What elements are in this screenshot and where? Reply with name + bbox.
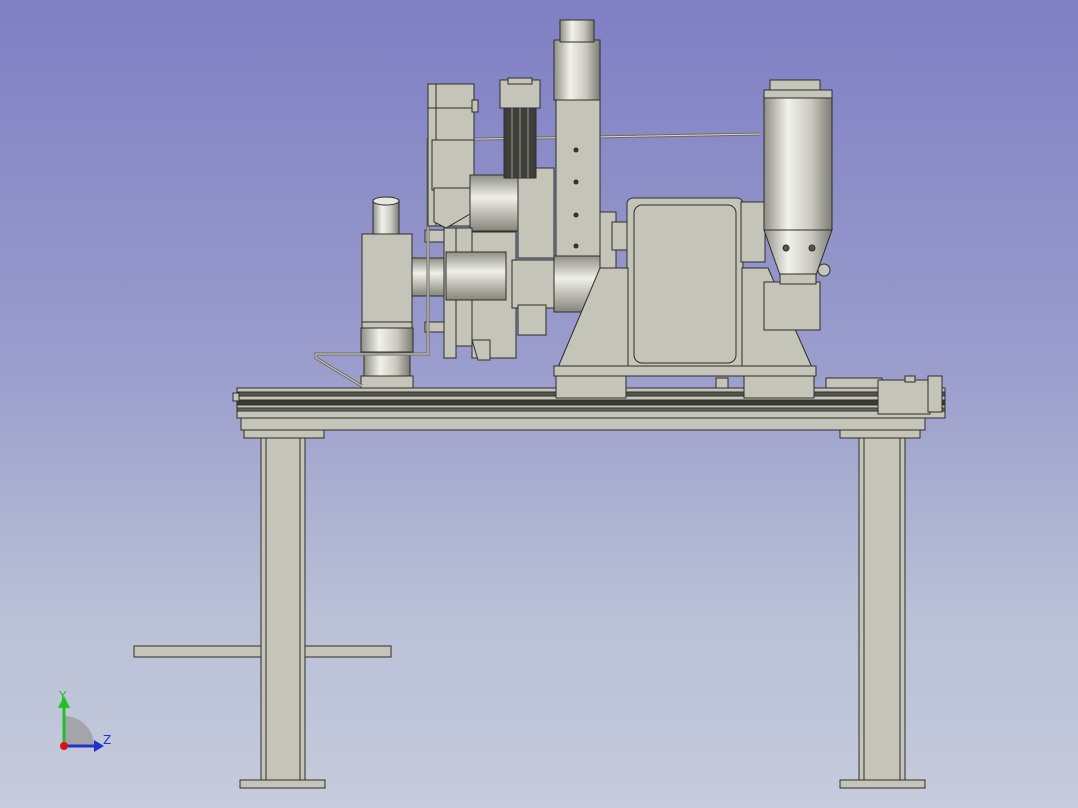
table-frame[interactable] [133,417,926,789]
axis-plane-icon [64,716,94,746]
foot-left[interactable] [239,779,326,789]
table-leg-left[interactable] [260,437,306,781]
rail-end-motor[interactable] [877,379,931,415]
foot-right[interactable] [839,779,926,789]
material-hopper[interactable] [763,79,833,285]
gearbox[interactable] [511,259,557,309]
y-axis-label: Y [58,689,67,703]
feeder-block[interactable] [763,281,821,331]
table-top-plate[interactable] [240,417,926,431]
cross-bar-right[interactable] [304,645,392,658]
table-leg-right[interactable] [858,437,906,781]
rail-block[interactable] [825,377,883,389]
vertical-motor-top[interactable] [553,39,601,101]
x-axis-origin-icon [60,742,68,750]
3d-viewport[interactable]: Y Z [0,0,1078,808]
z-axis-label: Z [103,733,111,747]
cross-bar-left[interactable] [133,645,262,658]
control-box[interactable] [626,197,744,371]
cad-model-view[interactable]: Y Z [0,0,1078,808]
axis-triad: Y Z [58,689,111,752]
